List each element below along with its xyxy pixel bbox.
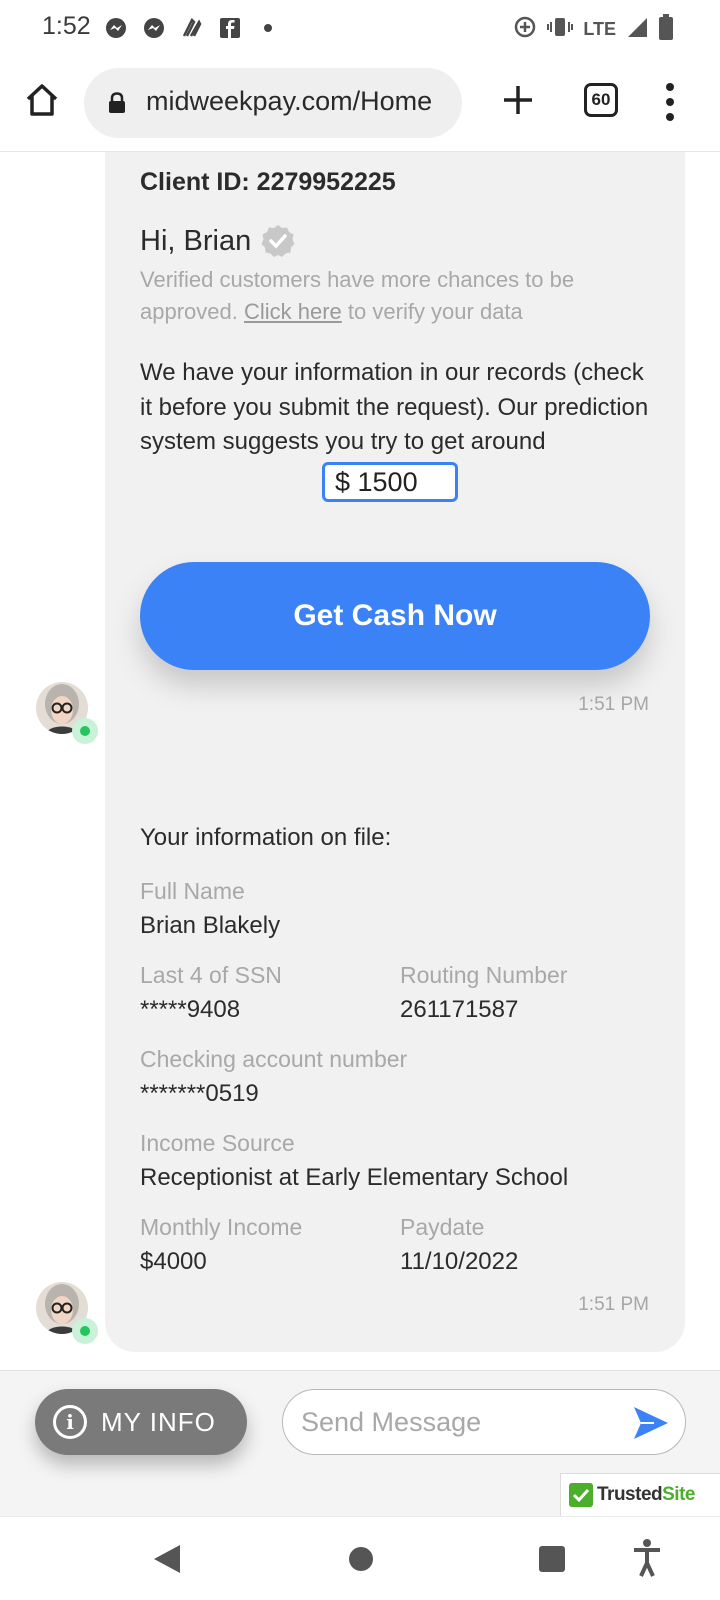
notification-icons: [104, 16, 280, 40]
monthly-income-value: $4000: [140, 1248, 207, 1275]
messenger-icon: [142, 16, 166, 40]
greeting: Hi, Brian: [140, 224, 295, 258]
system-nav-bar: [0, 1516, 720, 1600]
paydate-value: 11/10/2022: [400, 1248, 519, 1275]
income-source-label: Income Source: [140, 1130, 295, 1156]
ssn-value: *****9408: [140, 996, 241, 1023]
my-info-label: MY INFO: [101, 1406, 216, 1437]
info-title: Your information on file:: [140, 824, 392, 851]
vibrate-icon: [547, 15, 574, 44]
nav-recents-button[interactable]: [539, 1546, 565, 1572]
check-icon: [569, 1483, 593, 1507]
status-time: 1:52: [42, 12, 91, 40]
records-text: We have your information in our records …: [140, 359, 649, 455]
routing-value: 261171587: [400, 996, 519, 1023]
app-icon: [180, 16, 204, 40]
accessibility-button[interactable]: [632, 1539, 662, 1577]
network-type: LTE: [583, 19, 616, 39]
back-icon: [154, 1545, 180, 1573]
send-icon: [634, 1407, 668, 1439]
loan-amount-input[interactable]: $ 1500: [322, 462, 458, 502]
routing-label: Routing Number: [400, 962, 568, 988]
more-vert-icon: [666, 83, 674, 121]
verify-note-suffix: to verify your data: [347, 299, 523, 324]
browser-menu-button[interactable]: [660, 80, 680, 124]
full-name-value: Brian Blakely: [140, 912, 281, 939]
message-input-bar: i MY INFO TrustedSite: [0, 1370, 720, 1517]
battery-icon: [658, 14, 674, 45]
ssn-label: Last 4 of SSN: [140, 962, 282, 988]
tab-switcher-button[interactable]: 60: [584, 83, 618, 117]
paydate-label: Paydate: [400, 1214, 485, 1240]
dot-icon: [256, 16, 280, 40]
trustedsite-text: TrustedSite: [597, 1484, 695, 1505]
info-icon: i: [53, 1405, 87, 1439]
message-input[interactable]: [282, 1389, 686, 1455]
verify-link[interactable]: Click here: [244, 299, 342, 324]
income-source-value: Receptionist at Early Elementary School: [140, 1164, 569, 1191]
client-id: Client ID: 2279952225: [140, 168, 396, 196]
message-time: 1:51 PM: [578, 694, 649, 715]
plus-icon: [504, 86, 532, 114]
url-text: midweekpay.com/Home: [146, 86, 433, 116]
checking-label: Checking account number: [140, 1046, 408, 1072]
nav-back-button[interactable]: [152, 1543, 182, 1575]
messenger-icon: [104, 16, 128, 40]
get-cash-button[interactable]: Get Cash Now: [140, 562, 650, 670]
home-button[interactable]: [22, 80, 62, 120]
my-info-button[interactable]: i MY INFO: [35, 1389, 247, 1455]
status-bar: 1:52 LTE: [0, 0, 720, 56]
full-name-label: Full Name: [140, 878, 245, 904]
facebook-icon: [218, 16, 242, 40]
address-bar[interactable]: midweekpay.com/Home: [84, 68, 462, 138]
accessibility-icon: [634, 1539, 660, 1577]
chat-area[interactable]: Client ID: 2279952225 Hi, Brian Verified…: [0, 152, 720, 1370]
send-button[interactable]: [632, 1405, 670, 1441]
browser-toolbar: midweekpay.com/Home 60: [0, 56, 720, 152]
data-saver-icon: [513, 15, 537, 44]
chat-message-info: Your information on file: Full Name Bria…: [105, 782, 685, 1352]
system-icons: LTE: [513, 14, 674, 45]
agent-avatar: [36, 682, 98, 744]
signal-icon: [626, 16, 648, 43]
trustedsite-badge[interactable]: TrustedSite: [560, 1473, 720, 1517]
lock-icon: [109, 92, 125, 113]
home-icon: [26, 84, 58, 116]
new-tab-button[interactable]: [498, 80, 538, 120]
online-status-dot: [72, 718, 98, 744]
agent-avatar: [36, 1282, 98, 1344]
verified-badge-icon: [261, 225, 295, 257]
message-time: 1:51 PM: [578, 1294, 649, 1315]
checking-value: *******0519: [140, 1080, 259, 1107]
online-status-dot: [72, 1318, 98, 1344]
greeting-text: Hi, Brian: [140, 224, 252, 257]
verify-note: Verified customers have more chances to …: [140, 264, 650, 328]
nav-home-button[interactable]: [349, 1547, 373, 1571]
monthly-income-label: Monthly Income: [140, 1214, 303, 1240]
